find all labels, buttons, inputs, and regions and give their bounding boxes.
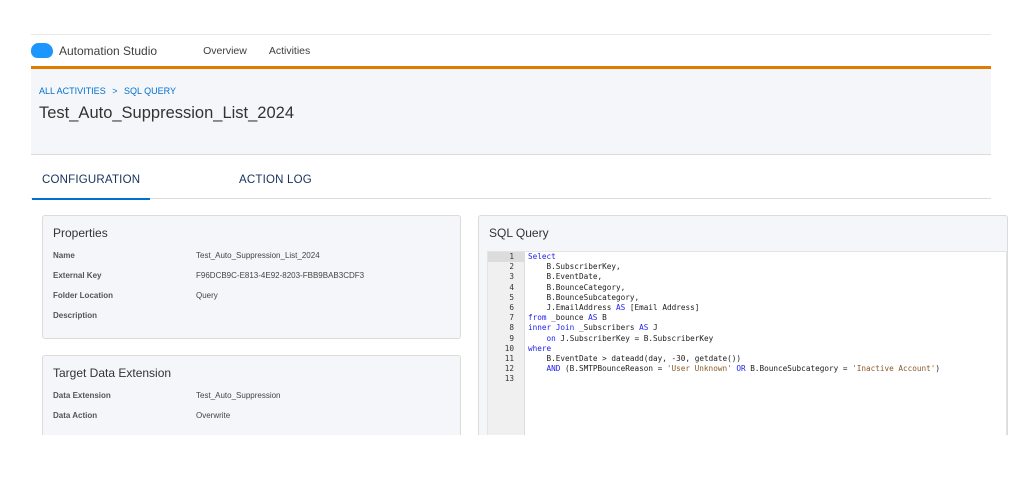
code-line: on J.SubscriberKey = B.SubscriberKey — [546, 333, 714, 343]
code-line: B.EventDate > dateadd(day, -30, getdate(… — [546, 353, 741, 363]
app-name[interactable]: Automation Studio — [59, 44, 157, 58]
line-number: 7 — [509, 313, 514, 323]
top-nav-bar: Automation Studio Overview Activities — [31, 34, 991, 66]
sql-code[interactable]: Select B.SubscriberKey, B.EventDate, B.B… — [528, 252, 940, 384]
breadcrumb-sql-query[interactable]: SQL QUERY — [124, 86, 176, 96]
name-value: Test_Auto_Suppression_List_2024 — [196, 251, 320, 260]
code-line: B.BounceSubcategory, — [546, 292, 640, 302]
line-number: 1 — [488, 252, 524, 263]
description-label: Description — [53, 311, 98, 320]
tab-action-log[interactable]: ACTION LOG — [239, 174, 312, 186]
line-number: 9 — [509, 333, 514, 343]
tab-bar: CONFIGURATION ACTION LOG — [31, 160, 991, 200]
folder-location-value: Query — [196, 291, 218, 300]
page-bottom — [0, 435, 1024, 479]
target-title: Target Data Extension — [53, 366, 172, 380]
code-line: J.EmailAddress AS [Email Address] — [546, 302, 700, 312]
tab-configuration[interactable]: CONFIGURATION — [32, 174, 151, 200]
code-line: Select — [528, 252, 556, 261]
nav-overview[interactable]: Overview — [203, 45, 247, 57]
line-number: 5 — [509, 292, 514, 302]
data-extension-value: Test_Auto_Suppression — [196, 391, 281, 400]
sql-query-panel: SQL Query 1 2 3 4 5 6 7 8 9 10 11 12 13 Select B.Sub… — [478, 215, 1008, 455]
line-number-gutter: 1 2 3 4 5 6 7 8 9 10 11 12 13 — [488, 252, 525, 453]
properties-title: Properties — [53, 226, 108, 240]
nav-activities[interactable]: Activities — [269, 45, 310, 57]
page-title: Test_Auto_Suppression_List_2024 — [39, 104, 295, 122]
line-number: 8 — [509, 323, 514, 333]
code-line: AND (B.SMTPBounceReason = 'User Unknown'… — [546, 364, 941, 374]
line-number: 11 — [504, 353, 514, 363]
external-key-value: F96DCB9C-E813-4E92-8203-FBB9BAB3CDF3 — [196, 271, 365, 280]
code-line: B.SubscriberKey, — [546, 262, 621, 272]
code-line: B.EventDate, — [546, 272, 603, 282]
external-key-label: External Key — [53, 271, 102, 280]
breadcrumb: ALL ACTIVITIES > SQL QUERY — [39, 86, 180, 96]
line-number: 2 — [509, 262, 514, 272]
line-number: 3 — [509, 272, 514, 282]
name-label: Name — [53, 251, 75, 260]
breadcrumb-all-activities[interactable]: ALL ACTIVITIES — [39, 86, 106, 96]
code-line: inner Join _Subscribers AS J — [528, 323, 658, 333]
data-action-value: Overwrite — [196, 411, 231, 420]
folder-location-label: Folder Location — [53, 291, 113, 300]
sql-query-title: SQL Query — [489, 226, 549, 240]
code-line: B.BounceCategory, — [546, 282, 626, 292]
properties-panel: Properties Name Test_Auto_Suppression_Li… — [42, 215, 461, 339]
line-number: 12 — [504, 364, 514, 374]
line-number: 4 — [509, 282, 514, 292]
breadcrumb-separator: > — [112, 86, 118, 96]
code-line: from _bounce AS B — [528, 313, 607, 323]
page-header: ALL ACTIVITIES > SQL QUERY Test_Auto_Sup… — [31, 69, 991, 155]
code-line: where — [528, 343, 552, 353]
line-number: 6 — [509, 302, 514, 312]
data-action-label: Data Action — [53, 411, 98, 420]
data-extension-label: Data Extension — [53, 391, 111, 400]
line-number: 10 — [504, 343, 514, 353]
line-number: 13 — [504, 374, 514, 384]
sql-editor[interactable]: 1 2 3 4 5 6 7 8 9 10 11 12 13 Select B.SubscriberKey… — [487, 251, 1007, 454]
salesforce-cloud-logo-icon — [31, 43, 53, 58]
